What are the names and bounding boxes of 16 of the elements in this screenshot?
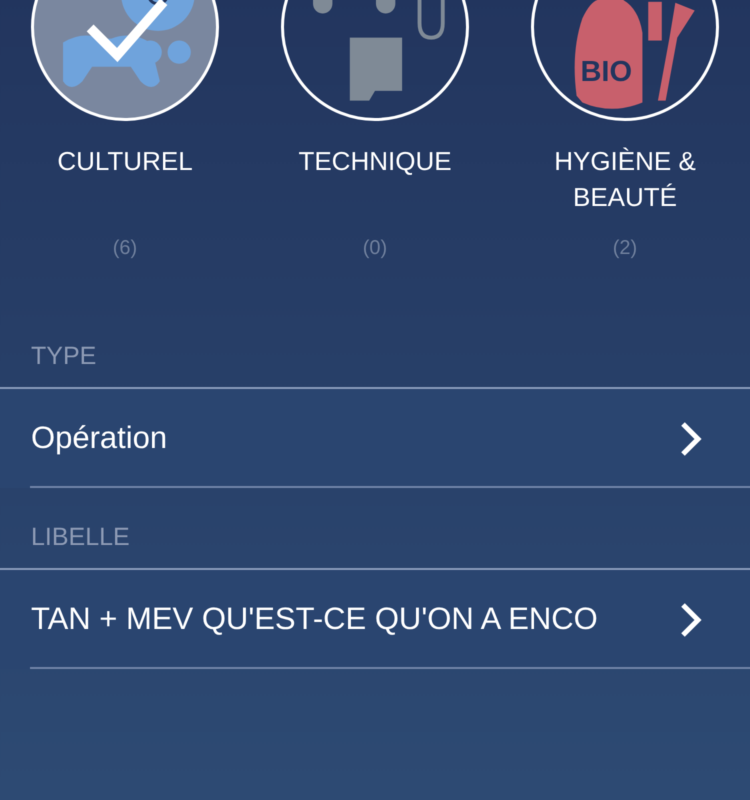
list-row[interactable]: TAN + MEV QU'EST-CE QU'ON A ENCO <box>0 568 750 669</box>
list-row[interactable]: Opération <box>0 387 750 488</box>
section-header: TYPE <box>31 340 96 372</box>
category-label: HYGIÈNE & BEAUTÉ <box>553 145 697 214</box>
chevron-icon <box>680 602 702 638</box>
chevron-icon <box>680 420 702 456</box>
category-count: (2) <box>612 236 638 261</box>
category-count: (6) <box>112 236 138 261</box>
checkmark-icon <box>86 0 168 62</box>
category-label: TECHNIQUE <box>297 145 453 178</box>
category-label: CULTUREL <box>56 145 194 178</box>
bio-label: BIO <box>580 56 632 88</box>
row-value: TAN + MEV QU'EST-CE QU'ON A ENCO <box>31 600 598 638</box>
section-header: LIBELLE <box>31 522 130 552</box>
category-count: (0) <box>362 236 388 261</box>
row-value: Opération <box>31 419 168 458</box>
